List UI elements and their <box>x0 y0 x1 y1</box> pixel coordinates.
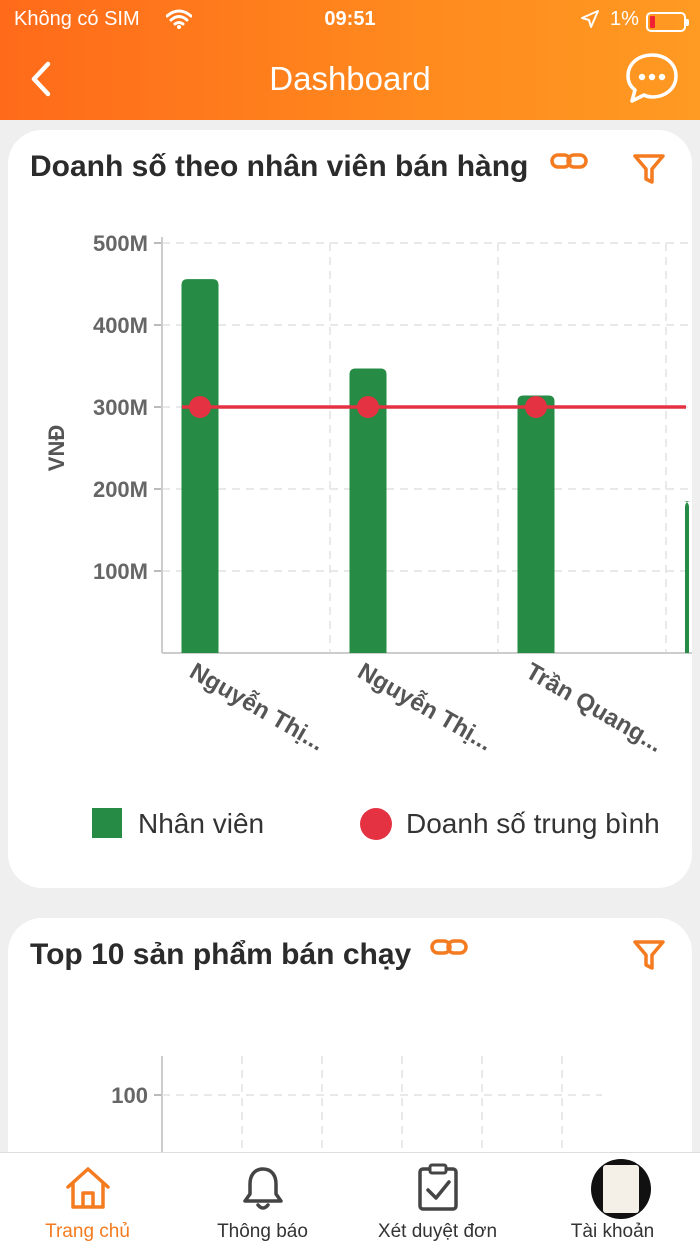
tab-approve-orders[interactable]: Xét duyệt đơn <box>350 1153 525 1244</box>
x-tick-label: Nguyễn Thị... <box>185 657 329 757</box>
x-tick-label: Trần Quang... <box>521 658 667 758</box>
y-tick-label: 200M <box>93 477 148 502</box>
bell-icon <box>243 1167 283 1210</box>
chat-button[interactable] <box>624 50 680 106</box>
average-point <box>525 396 547 418</box>
card-title: Top 10 sản phẩm bán chạy <box>30 938 412 971</box>
status-bar: Không có SIM 09:51 1% <box>0 6 700 36</box>
tab-notifications[interactable]: Thông báo <box>175 1153 350 1244</box>
home-icon <box>66 1167 110 1209</box>
tab-home[interactable]: Trang chủ <box>0 1153 175 1244</box>
legend-swatch-average <box>360 808 392 840</box>
tab-account[interactable]: Tài khoản <box>525 1153 700 1244</box>
filter-icon[interactable] <box>632 938 666 972</box>
clipboard-check-icon <box>418 1163 458 1211</box>
x-tick-label: Nguyễn Thị... <box>353 657 497 757</box>
app-header: Không có SIM 09:51 1% Dashboard <box>0 0 700 120</box>
legend-label-average: Doanh số trung bình <box>406 808 660 839</box>
bar <box>517 395 555 653</box>
y-axis-label: VNĐ <box>44 425 69 471</box>
link-icon[interactable] <box>430 936 468 960</box>
bar <box>683 501 691 653</box>
average-point <box>357 396 379 418</box>
legend-label-employee: Nhân viên <box>138 808 265 839</box>
y-tick-label: 100 <box>111 1083 148 1108</box>
battery-percent: 1% <box>610 8 639 30</box>
legend-swatch-employee <box>92 808 122 838</box>
location-arrow-icon <box>581 10 599 28</box>
bottom-tab-bar: Trang chủ Thông báo Xét duyệt đơn Tài kh… <box>0 1152 700 1244</box>
battery-icon <box>646 12 689 32</box>
tab-label: Tài khoản <box>570 1221 655 1242</box>
chart-legend: Nhân viên Doanh số trung bình <box>8 806 692 846</box>
y-tick-label: 400M <box>93 313 148 338</box>
y-tick-label: 500M <box>93 231 148 256</box>
y-tick-label: 100M <box>93 559 148 584</box>
tab-label: Thông báo <box>217 1221 308 1242</box>
sales-bar-chart: 500M 400M 300M 200M 100M VNĐ Nguyễn Thị... Nguy… <box>44 231 692 758</box>
average-point <box>189 396 211 418</box>
sales-by-employee-card: Doanh số theo nhân viên bán hàng 500M 400… <box>8 130 692 888</box>
y-tick-label: 300M <box>93 395 148 420</box>
bar <box>181 279 219 653</box>
page-title: Dashboard <box>269 60 431 97</box>
tab-label: Xét duyệt đơn <box>377 1221 498 1242</box>
tab-label: Trang chủ <box>45 1221 130 1242</box>
avatar <box>591 1159 651 1219</box>
